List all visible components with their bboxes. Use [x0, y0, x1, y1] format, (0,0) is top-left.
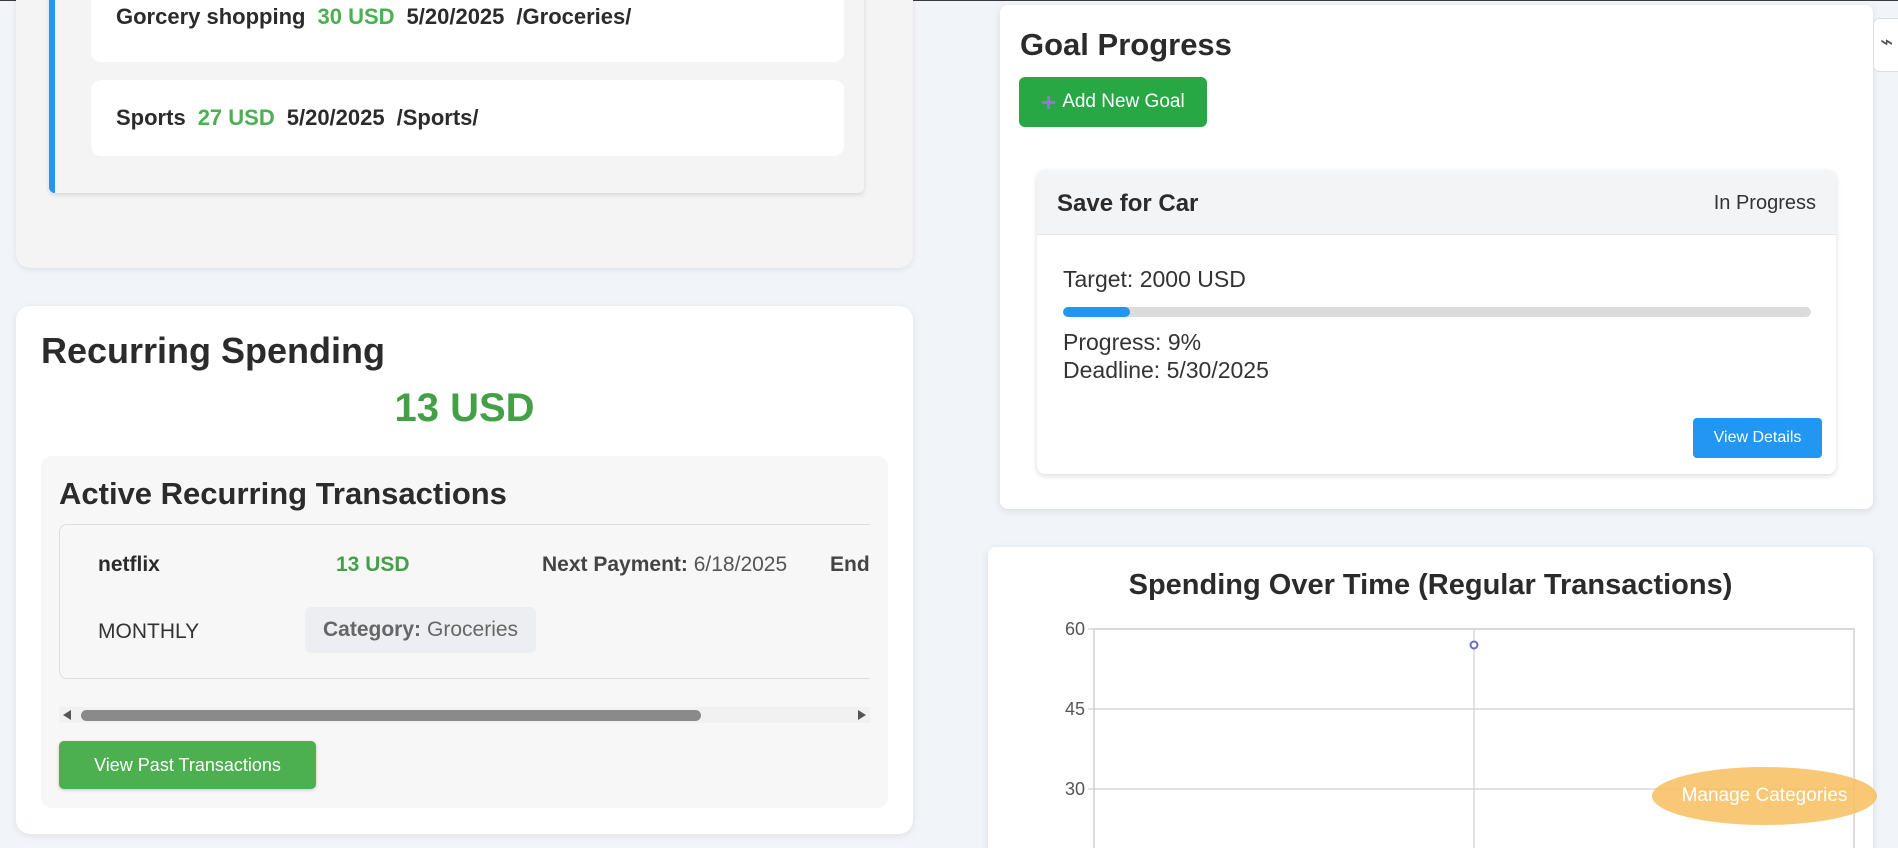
goal-item: Save for Car In Progress Target: 2000 US…: [1037, 170, 1836, 474]
goal-progress-card: Goal Progress + Add New Goal Save for Ca…: [1000, 5, 1873, 509]
next-payment-label: Next Payment:: [542, 553, 688, 576]
transaction-name: Sports: [116, 105, 186, 130]
manage-categories-button[interactable]: Manage Categories: [1652, 767, 1877, 825]
recurring-spending-card: Recurring Spending 13 USD Active Recurri…: [16, 306, 913, 834]
transaction-amount: 30 USD: [317, 4, 395, 29]
recurring-frequency: MONTHLY: [98, 620, 200, 643]
add-new-goal-button[interactable]: + Add New Goal: [1019, 77, 1207, 127]
goal-progress-text: Progress: 9%: [1063, 329, 1202, 355]
goal-progress-fill: [1063, 307, 1131, 317]
next-payment-value: 6/18/2025: [693, 553, 788, 576]
chart-data-point[interactable]: [1469, 640, 1479, 650]
recurring-amount: 13 USD: [336, 553, 410, 576]
goal-deadline: Deadline: 5/30/2025: [1063, 357, 1269, 383]
transaction-category: /Sports/: [396, 105, 479, 130]
scroll-right-arrow-icon[interactable]: [858, 710, 866, 720]
active-recurring-panel: Active Recurring Transactions netflix 13…: [41, 456, 888, 808]
chart-y-tick-label: 30: [1065, 779, 1085, 799]
category-badge: Category: Groceries: [305, 607, 537, 653]
chart-y-tick-label: 60: [1065, 619, 1085, 639]
recurring-scroll-area[interactable]: netflix 13 USD Next Payment: 6/18/2025 E…: [59, 524, 870, 679]
add-new-goal-label: Add New Goal: [1062, 91, 1185, 112]
goal-target: Target: 2000 USD: [1063, 266, 1246, 292]
transaction-name: Gorcery shopping: [116, 4, 306, 29]
view-details-button[interactable]: View Details: [1693, 418, 1822, 458]
goal-progress-title: Goal Progress: [1020, 27, 1232, 62]
goal-name: Save for Car: [1057, 190, 1199, 217]
recurring-name: netflix: [98, 553, 160, 576]
category-value: Groceries: [427, 618, 519, 641]
goal-header: Save for Car In Progress: [1037, 170, 1836, 235]
next-payment: Next Payment: 6/18/2025: [542, 553, 787, 577]
recurring-title: Recurring Spending: [41, 330, 386, 371]
scrollbar-thumb[interactable]: [81, 710, 701, 721]
plus-icon: +: [1041, 87, 1057, 117]
end-label: End: [830, 553, 870, 576]
horizontal-scrollbar[interactable]: [59, 707, 870, 723]
transaction-amount: 27 USD: [197, 105, 275, 130]
chart-y-tick-label: 45: [1065, 699, 1085, 719]
active-recurring-title: Active Recurring Transactions: [59, 476, 507, 511]
view-past-transactions-button[interactable]: View Past Transactions: [59, 741, 316, 789]
side-panel-toggle-icon[interactable]: ⌁: [1873, 18, 1898, 72]
transaction-item: Sports 27 USD 5/20/2025 /Sports/: [91, 80, 844, 156]
scroll-left-arrow-icon[interactable]: [63, 710, 71, 720]
goal-status: In Progress: [1713, 192, 1816, 214]
transaction-date: 5/20/2025: [286, 105, 385, 130]
category-label: Category:: [323, 618, 422, 641]
transaction-item: Gorcery shopping 30 USD 5/20/2025 /Groce…: [91, 0, 844, 62]
transaction-date: 5/20/2025: [406, 4, 505, 29]
recurring-item: netflix 13 USD Next Payment: 6/18/2025 E…: [59, 524, 870, 679]
transaction-category: /Groceries/: [516, 4, 632, 29]
recurring-total: 13 USD: [394, 386, 535, 430]
goal-progress-bar: [1063, 307, 1811, 317]
